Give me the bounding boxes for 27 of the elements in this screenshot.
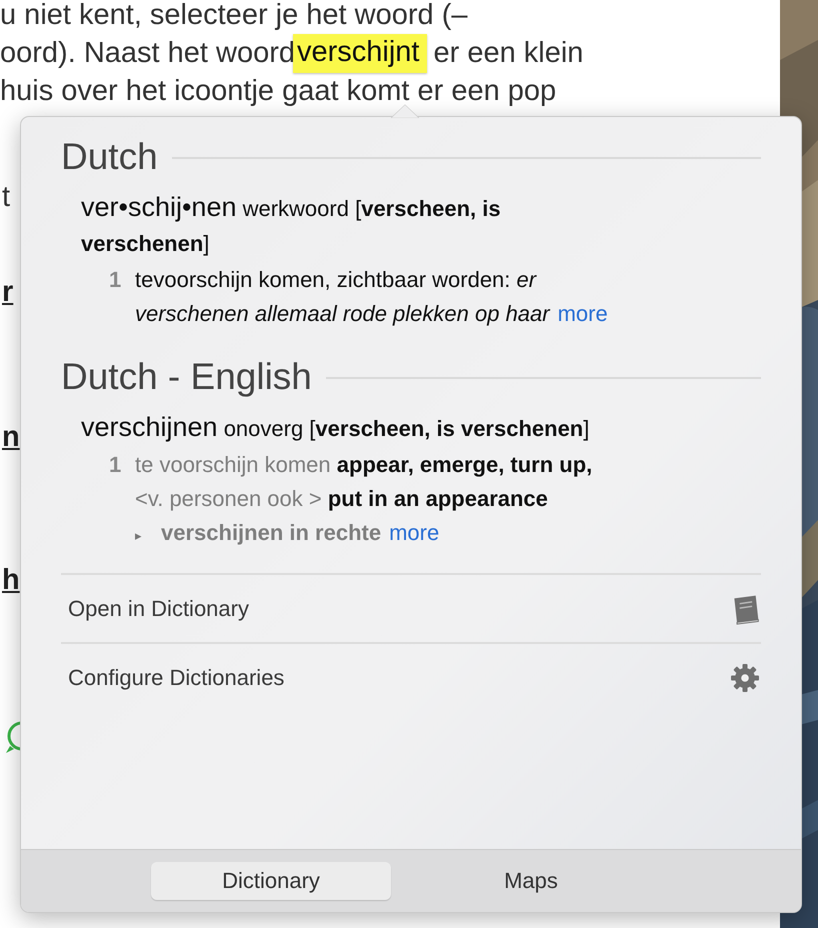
more-link[interactable]: more [389, 520, 440, 545]
paragraph-text: oord). Naast het woord [0, 36, 295, 70]
paragraph-text: t [2, 180, 10, 214]
tab[interactable]: Maps [411, 862, 651, 900]
sense-number: 1 [109, 452, 122, 477]
triangle-icon: ▸ [135, 528, 142, 543]
heading-link[interactable]: h [2, 563, 20, 597]
paragraph-text: er een klein [433, 36, 584, 70]
section-title: Dutch - English [61, 356, 312, 398]
heading-link[interactable]: r [2, 275, 14, 309]
highlighted-word: verschijnt [292, 34, 428, 72]
menu-item[interactable]: Open in Dictionary [61, 573, 761, 642]
definition-text: verschenen allemaal rode plekken op haar [135, 301, 550, 326]
definition-text: tevoorschijn komen, zichtbaar worden: er [135, 267, 536, 292]
translation-text: <v. personen ook > put in an appearance [135, 486, 548, 511]
dictionary-entry-heading: verschijnen onoverg [verscheen, is verschenen] [81, 411, 590, 444]
phrase-text: verschijnen in rechte [161, 520, 382, 545]
menu-item[interactable]: Configure Dictionaries [61, 642, 761, 711]
paragraph-line: u niet kent, selecteer je het woord (– [0, 0, 468, 33]
settings-icon [729, 662, 761, 694]
section-title: Dutch [61, 136, 158, 178]
heading-link[interactable]: n [2, 420, 20, 454]
paragraph-line: huis over het icoontje gaat komt er een pop [0, 74, 558, 109]
tab[interactable]: Dictionary [151, 862, 391, 900]
sense-number: 1 [109, 267, 122, 292]
more-link[interactable]: more [558, 301, 608, 326]
translation-text: te voorschijn komen appear, emerge, turn up, [135, 452, 592, 477]
